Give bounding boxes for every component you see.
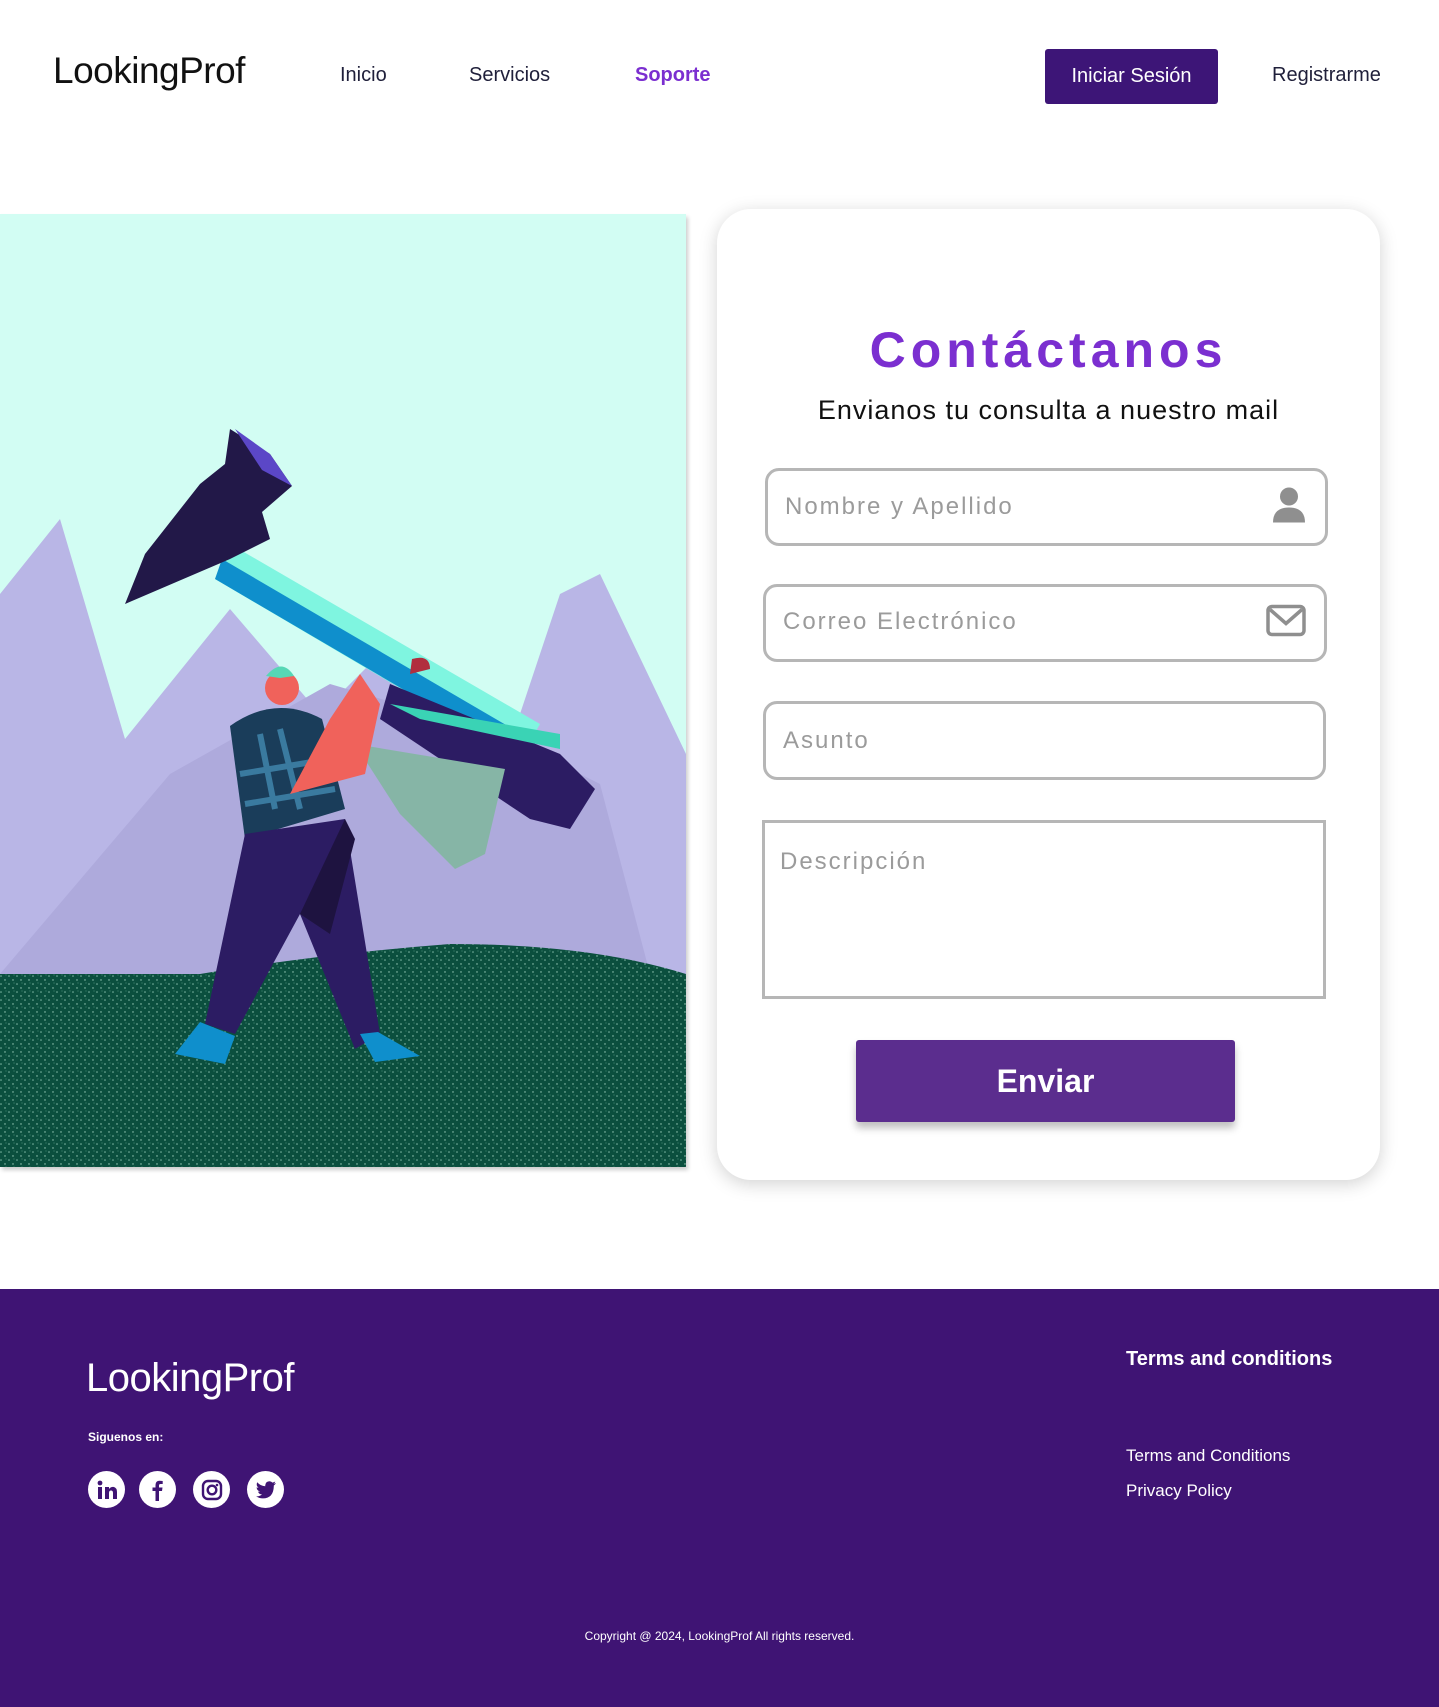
site-header: LookingProf Inicio Servicios Soporte Ini… bbox=[0, 0, 1439, 155]
register-link[interactable]: Registrarme bbox=[1272, 64, 1381, 87]
contact-subtitle: Envianos tu consulta a nuestro mail bbox=[817, 395, 1280, 425]
subject-field[interactable]: Asunto bbox=[763, 701, 1326, 780]
facebook-icon[interactable] bbox=[139, 1471, 176, 1508]
site-footer: LookingProf Siguenos en: Terms and condi… bbox=[0, 1289, 1439, 1707]
linkedin-icon[interactable] bbox=[88, 1471, 125, 1508]
email-field[interactable]: Correo Electrónico bbox=[763, 584, 1327, 662]
description-field[interactable]: Descripción bbox=[762, 820, 1326, 999]
logo[interactable]: LookingProf bbox=[53, 50, 245, 92]
name-placeholder: Nombre y Apellido bbox=[785, 493, 1014, 520]
nav-soporte[interactable]: Soporte bbox=[635, 64, 711, 87]
instagram-icon[interactable] bbox=[193, 1471, 230, 1508]
send-button[interactable]: Enviar bbox=[856, 1040, 1235, 1122]
subject-placeholder: Asunto bbox=[783, 727, 870, 754]
worker-hammer-illustration bbox=[0, 214, 686, 1167]
nav-servicios[interactable]: Servicios bbox=[469, 64, 550, 87]
terms-link[interactable]: Terms and Conditions bbox=[1126, 1446, 1290, 1466]
footer-logo[interactable]: LookingProf bbox=[86, 1356, 294, 1401]
mail-icon bbox=[1266, 604, 1306, 642]
copyright: Copyright @ 2024, LookingProf All rights… bbox=[584, 1629, 855, 1643]
user-icon bbox=[1271, 486, 1307, 529]
terms-heading: Terms and conditions bbox=[1126, 1348, 1333, 1370]
hero-illustration bbox=[0, 214, 686, 1167]
nav-inicio[interactable]: Inicio bbox=[340, 64, 387, 87]
name-field[interactable]: Nombre y Apellido bbox=[765, 468, 1328, 546]
contact-card: Contáctanos Envianos tu consulta a nuest… bbox=[717, 209, 1380, 1180]
follow-label: Siguenos en: bbox=[88, 1430, 164, 1444]
login-button[interactable]: Iniciar Sesión bbox=[1045, 49, 1218, 104]
twitter-icon[interactable] bbox=[247, 1471, 284, 1508]
email-placeholder: Correo Electrónico bbox=[783, 608, 1018, 635]
contact-title: Contáctanos bbox=[869, 322, 1228, 378]
privacy-link[interactable]: Privacy Policy bbox=[1126, 1481, 1232, 1501]
description-placeholder: Descripción bbox=[780, 848, 928, 875]
